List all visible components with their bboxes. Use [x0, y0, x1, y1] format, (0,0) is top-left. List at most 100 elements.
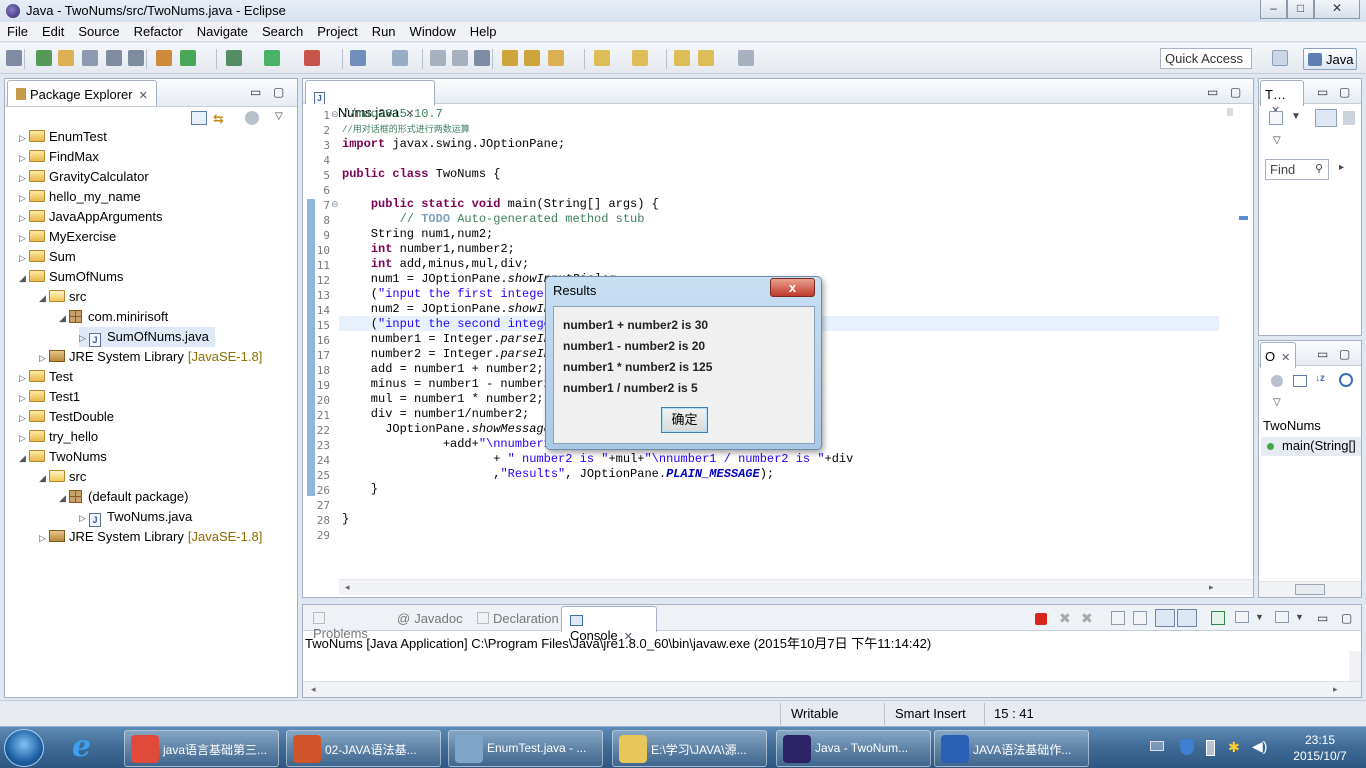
scroll-right-icon[interactable]: ▸ [1209, 582, 1214, 593]
show-para-icon[interactable] [128, 50, 144, 66]
menu-search[interactable]: Search [255, 22, 310, 41]
security-shield-icon[interactable] [1180, 739, 1194, 755]
outline-horizontal-scrollbar[interactable] [1259, 581, 1361, 597]
code-line[interactable]: ,"Results", JOptionPane.PLAIN_MESSAGE); [342, 467, 774, 481]
tree-item[interactable]: ▷ Sum [19, 247, 76, 267]
link-with-editor-icon[interactable]: ⇆ [213, 111, 229, 126]
dropdown-arrow-icon[interactable]: ▼ [1255, 612, 1264, 622]
code-line[interactable]: //mao2015.10.7 [342, 107, 443, 121]
dropdown-arrow-icon[interactable]: ▼ [1295, 612, 1304, 622]
tab-javadoc[interactable]: @ Javadoc [389, 605, 469, 631]
scroll-left-icon[interactable]: ◂ [311, 684, 316, 695]
code-line[interactable]: public static void main(String[] args) { [342, 197, 659, 211]
code-line[interactable]: import javax.swing.JOptionPane; [342, 137, 565, 151]
outline-class-item[interactable]: TwoNums [1263, 418, 1321, 433]
editor-horizontal-scrollbar[interactable]: ◂ ▸ [339, 579, 1253, 595]
expand-arrow-icon[interactable]: ▷ [19, 388, 29, 408]
find-input[interactable]: Find ⚲ [1265, 159, 1329, 180]
code-line[interactable]: int add,minus,mul,div; [342, 257, 529, 271]
menu-navigate[interactable]: Navigate [190, 22, 255, 41]
menu-help[interactable]: Help [463, 22, 504, 41]
window-titlebar[interactable]: Java - TwoNums/src/TwoNums.java - Eclips… [0, 0, 1366, 22]
show-whitespace-icon[interactable] [82, 50, 98, 66]
code-line[interactable]: // TODO Auto-generated method stub [342, 212, 645, 226]
ok-button[interactable]: 确定 [661, 407, 708, 433]
expand-arrow-icon[interactable]: ▷ [79, 328, 89, 348]
hide-static-icon[interactable] [1339, 373, 1353, 387]
dropdown-arrow-icon[interactable]: ▼ [1291, 111, 1301, 122]
minimize-view-button[interactable]: ▭ [250, 85, 261, 99]
expand-arrow-icon[interactable]: ◢ [59, 488, 69, 508]
tab-task-list[interactable]: T…✕ [1260, 80, 1304, 117]
expand-arrow-icon[interactable]: ◢ [39, 468, 49, 488]
sort-icon[interactable]: ↓z [1315, 373, 1325, 384]
expand-arrow-icon[interactable]: ◢ [19, 448, 29, 468]
save-all-icon[interactable] [452, 50, 468, 66]
fold-marker-icon[interactable]: ⊖ [331, 199, 339, 210]
expand-arrow-icon[interactable]: ▸ [1339, 162, 1344, 173]
code-line[interactable]: minus = number1 - number2; [342, 377, 558, 391]
tree-item[interactable]: ▷ J TwoNums.java [79, 507, 192, 527]
code-line[interactable]: } [342, 512, 349, 526]
terminate-icon[interactable] [1035, 613, 1047, 625]
tree-item[interactable]: ▷ EnumTest [19, 127, 107, 147]
filters-icon[interactable] [245, 111, 259, 125]
battery-icon[interactable] [1206, 740, 1215, 756]
tree-item[interactable]: ▷ JRE System Library [JavaSE-1.8] [39, 347, 262, 367]
expand-arrow-icon[interactable]: ▷ [19, 228, 29, 248]
tree-item[interactable]: ▷ hello_my_name [19, 187, 141, 207]
code-line[interactable]: + " number2 is "+mul+"\nnumber1 / number… [342, 452, 853, 466]
expand-arrow-icon[interactable]: ▷ [19, 128, 29, 148]
view-menu-icon[interactable]: ▽ [1273, 397, 1281, 408]
expand-arrow-icon[interactable]: ▷ [19, 148, 29, 168]
taskbar-item[interactable]: Java - TwoNum... [776, 730, 931, 767]
minimize-editor-button[interactable]: ▭ [1207, 85, 1218, 99]
open-task-icon[interactable] [524, 50, 540, 66]
code-line[interactable]: ("input the second integer"); [342, 317, 580, 331]
display-console-icon[interactable] [1235, 611, 1249, 623]
taskbar-item[interactable]: JAVA语法基础作... [934, 730, 1089, 767]
expand-arrow-icon[interactable]: ◢ [19, 268, 29, 288]
maximize-view-button[interactable]: ▢ [273, 85, 284, 99]
tree-item[interactable]: ▷ JavaAppArguments [19, 207, 162, 227]
java-perspective-button[interactable]: Java [1303, 48, 1357, 70]
expand-arrow-icon[interactable]: ▷ [19, 408, 29, 428]
maximize-view-button[interactable]: ▢ [1339, 347, 1350, 361]
dialog-close-button[interactable]: x [770, 278, 815, 297]
code-line[interactable]: String num1,num2; [342, 227, 493, 241]
show-on-stdout-icon[interactable] [1155, 609, 1175, 627]
remove-launch-icon[interactable]: ✖ [1059, 610, 1071, 627]
scroll-right-icon[interactable]: ▸ [1333, 684, 1338, 695]
new-package-icon[interactable] [156, 50, 172, 66]
tree-item[interactable]: ▷ MyExercise [19, 227, 116, 247]
tree-item[interactable]: ▷ Test [19, 367, 73, 387]
overview-marker[interactable] [1239, 216, 1248, 220]
code-line[interactable]: public class TwoNums { [342, 167, 500, 181]
open-perspective-icon[interactable] [1272, 50, 1288, 66]
external-tools-icon[interactable] [304, 50, 320, 66]
back-icon[interactable] [698, 50, 714, 66]
scroll-thumb[interactable] [1295, 584, 1325, 595]
expand-arrow-icon[interactable]: ▷ [19, 248, 29, 268]
code-line[interactable]: div = number1/number2; [342, 407, 529, 421]
maximize-button[interactable]: □ [1287, 0, 1314, 19]
scroll-up-arrow[interactable] [1227, 108, 1233, 116]
minimize-view-button[interactable]: ▭ [1317, 85, 1328, 99]
minimize-button[interactable]: – [1260, 0, 1287, 19]
start-button[interactable] [4, 729, 44, 767]
tab-outline[interactable]: O ✕ [1260, 342, 1296, 368]
expand-arrow-icon[interactable]: ▷ [39, 348, 49, 368]
tree-item[interactable]: ▷ JRE System Library [JavaSE-1.8] [39, 527, 262, 547]
console-horizontal-scrollbar[interactable]: ◂ ▸ [303, 681, 1361, 697]
results-dialog[interactable]: Results x number1 + number2 is 30 number… [545, 276, 822, 450]
tab-console[interactable]: Console ✕ [561, 606, 657, 643]
open-type-icon[interactable] [502, 50, 518, 66]
scroll-left-icon[interactable]: ◂ [345, 582, 350, 593]
toggle-breadcrumb-icon[interactable] [6, 50, 22, 66]
pin-console-icon[interactable] [1211, 611, 1225, 625]
taskbar-item[interactable]: java语言基础第三... [124, 730, 279, 767]
maximize-view-button[interactable]: ▢ [1339, 85, 1350, 99]
toggle-block-icon[interactable] [106, 50, 122, 66]
expand-arrow-icon[interactable]: ▷ [39, 528, 49, 548]
menu-file[interactable]: File [0, 22, 35, 41]
